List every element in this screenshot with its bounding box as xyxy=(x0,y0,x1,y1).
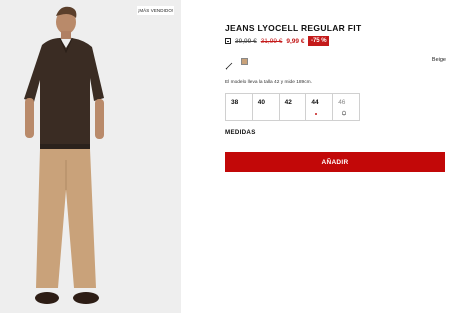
size-option-46[interactable]: 46 xyxy=(333,94,359,120)
color-selector xyxy=(225,57,248,70)
model-illustration xyxy=(24,6,104,304)
size-label: 46 xyxy=(338,99,346,106)
bell-icon xyxy=(341,110,347,116)
measurements-link[interactable]: MEDIDAS xyxy=(225,129,256,136)
product-photo[interactable]: ¡MÁS VENDIDO! xyxy=(0,0,181,313)
color-swatch-beige[interactable] xyxy=(241,57,248,65)
pencil-icon[interactable] xyxy=(225,57,233,70)
model-size-note: El modelo lleva la talla 42 y mide 189cm… xyxy=(225,80,312,85)
size-label: 42 xyxy=(284,99,292,106)
size-option-44[interactable]: 44 xyxy=(306,94,334,120)
size-label: 40 xyxy=(257,99,266,106)
original-price: 39,99 € xyxy=(235,37,257,45)
current-price: 9,99 € xyxy=(286,37,305,45)
bestseller-badge: ¡MÁS VENDIDO! xyxy=(137,6,174,15)
size-option-40[interactable]: 40 xyxy=(253,94,280,120)
size-option-38[interactable]: 38 xyxy=(226,94,253,120)
color-name: Beige xyxy=(431,57,446,63)
product-title: JEANS LYOCELL REGULAR FIT xyxy=(225,23,362,33)
low-stock-indicator xyxy=(315,113,318,115)
size-selector: 38 40 42 44 46 xyxy=(225,93,360,121)
previous-price: 31,99 € xyxy=(260,37,283,45)
size-label: 38 xyxy=(231,99,239,106)
discount-badge: -75 % xyxy=(308,36,330,46)
size-label: 44 xyxy=(311,99,319,106)
size-option-42[interactable]: 42 xyxy=(280,94,307,120)
info-icon[interactable] xyxy=(225,38,231,44)
add-to-cart-button[interactable]: AÑADIR xyxy=(225,152,445,172)
price-row: 39,99 € 31,99 € 9,99 € -75 % xyxy=(225,36,330,46)
